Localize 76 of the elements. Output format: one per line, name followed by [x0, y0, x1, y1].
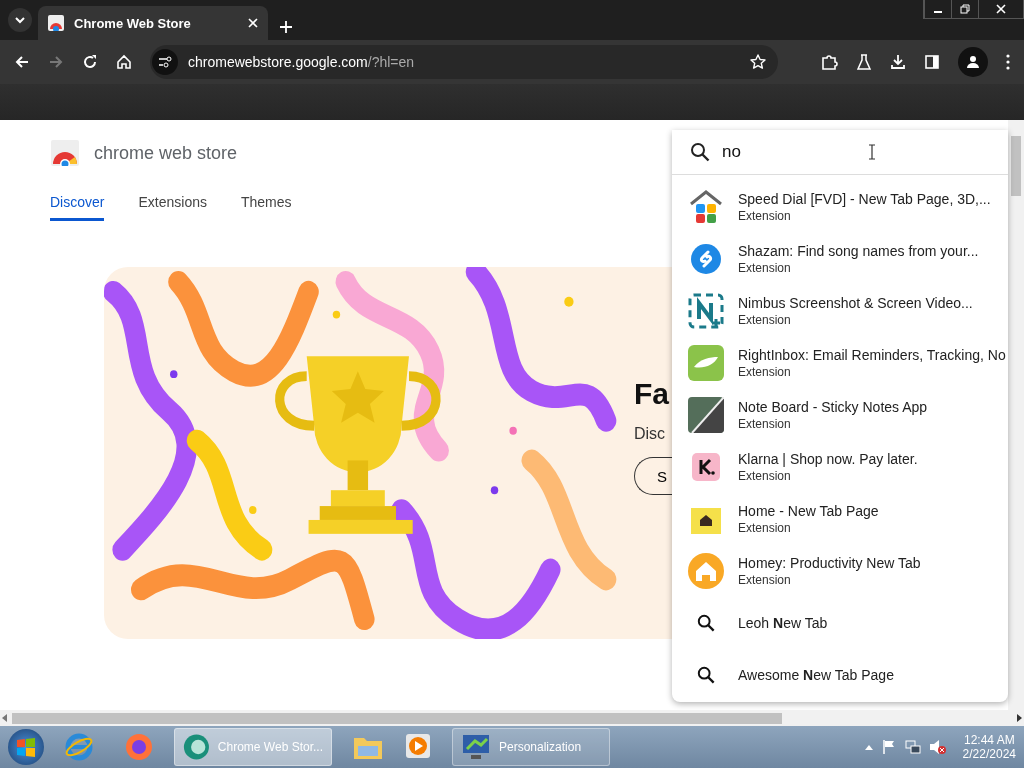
scroll-left-icon[interactable] — [2, 714, 8, 722]
reload-icon[interactable] — [82, 54, 98, 70]
url-text: chromewebstore.google.com/?hl=en — [188, 54, 415, 70]
search-suggestion: Awesome New Tab Page — [738, 667, 894, 683]
result-title: Homey: Productivity New Tab — [738, 555, 921, 571]
result-type: Extension — [738, 365, 792, 379]
search-suggestion: Leoh New Tab — [738, 615, 828, 631]
back-icon[interactable] — [14, 54, 30, 70]
house-circle-icon — [688, 553, 724, 589]
start-button[interactable] — [8, 729, 44, 765]
puzzle-icon[interactable] — [820, 53, 838, 71]
search-result[interactable]: Speed Dial [FVD] - New Tab Page, 3D,... Extension — [672, 181, 1008, 233]
side-panel-icon[interactable] — [924, 54, 940, 70]
search-result[interactable]: Home - New Tab Page Extension — [672, 493, 1008, 545]
notebook-icon — [688, 397, 724, 433]
search-result[interactable]: RightInbox: Email Reminders, Tracking, No Extension — [672, 337, 1008, 389]
result-title: Shazam: Find song names from your... — [738, 243, 979, 259]
store-favicon-icon — [48, 15, 64, 31]
flask-icon[interactable] — [856, 54, 872, 70]
nav-tab[interactable]: Discover — [50, 194, 105, 221]
store-name: chrome web store — [94, 142, 238, 164]
bookmark-star-icon[interactable] — [750, 54, 766, 70]
browser-tab[interactable]: Chrome Web Store — [38, 6, 268, 40]
result-title: Nimbus Screenshot & Screen Video... — [738, 295, 973, 311]
result-type: Extension — [738, 313, 792, 327]
muted-speaker-icon[interactable] — [928, 739, 947, 755]
result-type: Extension — [738, 469, 792, 483]
store-swirl-icon — [183, 732, 210, 762]
search-result[interactable]: Nimbus Screenshot & Screen Video... Extension — [672, 285, 1008, 337]
house-tiles-icon — [688, 190, 724, 224]
horizontal-scrollbar[interactable] — [0, 710, 1024, 726]
result-type: Extension — [738, 417, 792, 431]
media-player-icon[interactable] — [404, 732, 432, 760]
search-result[interactable]: Awesome New Tab Page — [672, 649, 1008, 701]
flag-icon[interactable] — [880, 739, 897, 755]
store-logo-icon — [50, 140, 80, 166]
scroll-right-icon[interactable] — [1016, 714, 1022, 722]
result-title: Home - New Tab Page — [738, 503, 879, 519]
windows-logo-icon — [15, 736, 37, 758]
profile-avatar-icon[interactable] — [958, 47, 988, 77]
result-type: Extension — [738, 209, 792, 223]
download-icon[interactable] — [890, 54, 906, 70]
nav-tab[interactable]: Extensions — [138, 194, 207, 221]
hero-text: Disc — [634, 425, 667, 443]
monitor-icon — [461, 733, 491, 761]
text-cursor-icon — [868, 144, 876, 160]
hero-heading: Fa — [634, 377, 670, 411]
network-icon[interactable] — [904, 739, 921, 755]
site-settings-icon[interactable] — [152, 49, 178, 75]
result-title: Note Board - Sticky Notes App — [738, 399, 928, 415]
close-tab-icon[interactable] — [248, 18, 258, 28]
search-result[interactable]: Note Board - Sticky Notes App Extension — [672, 389, 1008, 441]
search-icon — [690, 142, 710, 162]
tab-search-button[interactable] — [8, 8, 32, 32]
result-type: Extension — [738, 573, 792, 587]
search-result[interactable]: Leoh New Tab — [672, 597, 1008, 649]
leaf-icon — [688, 345, 724, 381]
search-result[interactable]: Homey: Productivity New Tab Extension — [672, 545, 1008, 597]
forward-icon[interactable] — [48, 54, 64, 70]
result-type: Extension — [738, 521, 792, 535]
vertical-scrollbar[interactable] — [1008, 120, 1024, 710]
letter-n-icon — [688, 293, 724, 329]
result-title: Speed Dial [FVD] - New Tab Page, 3D,... — [738, 191, 991, 207]
show-hidden-icons-icon[interactable] — [864, 744, 873, 750]
nav-tab[interactable]: Themes — [240, 194, 292, 221]
home-icon[interactable] — [116, 54, 132, 70]
menu-icon[interactable] — [1006, 54, 1010, 70]
result-title: RightInbox: Email Reminders, Tracking, No — [738, 347, 1006, 363]
result-type: Extension — [738, 261, 792, 275]
new-tab-icon[interactable] — [280, 21, 292, 33]
search-result[interactable]: Shazam: Find song names from your... Extension — [672, 233, 1008, 285]
chevron-down-icon — [14, 16, 26, 24]
address-bar[interactable]: chromewebstore.google.com/?hl=en — [150, 45, 778, 79]
search-result[interactable]: Klarna | Shop now. Pay later. Extension — [672, 441, 1008, 493]
tab-title: Chrome Web Store — [74, 15, 192, 31]
result-title: Klarna | Shop now. Pay later. — [738, 451, 918, 467]
